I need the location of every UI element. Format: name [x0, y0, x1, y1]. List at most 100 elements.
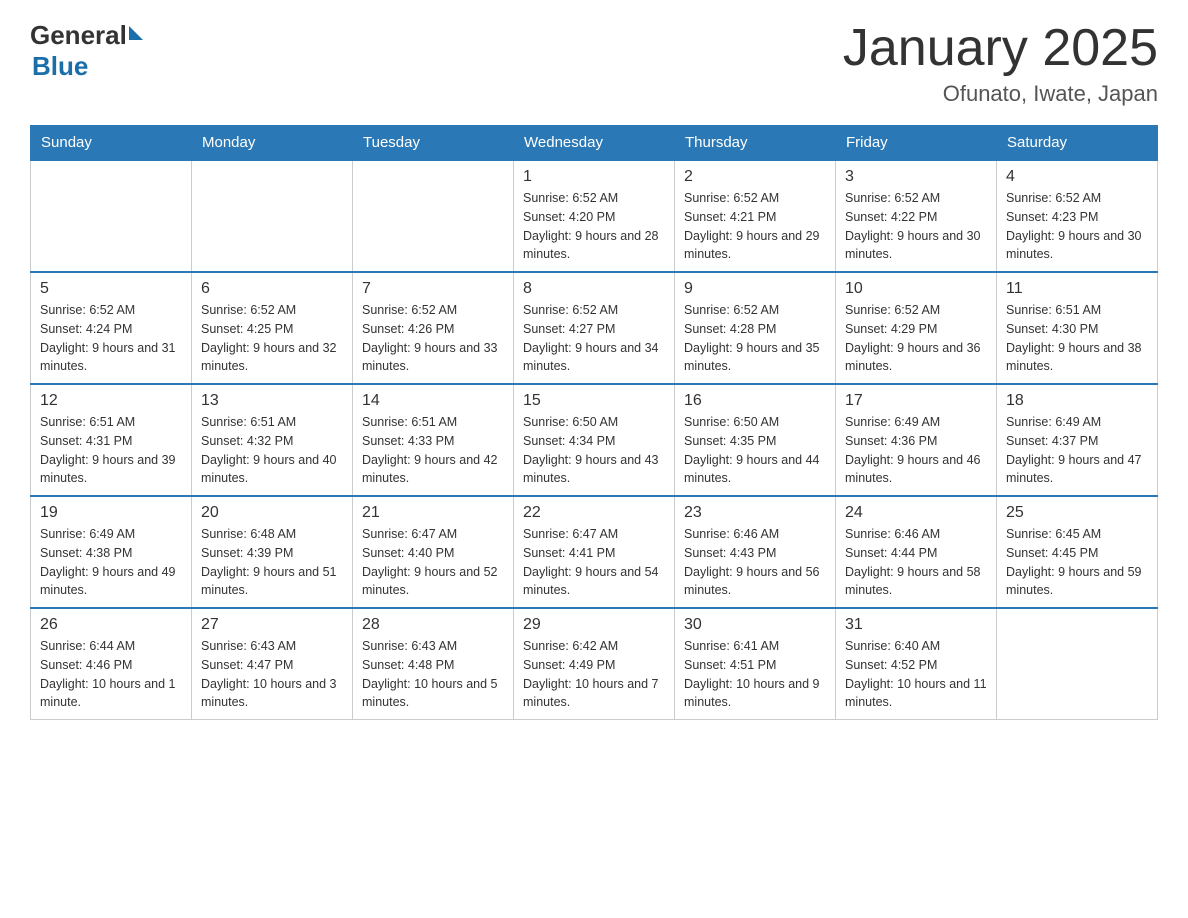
calendar-cell: 18Sunrise: 6:49 AMSunset: 4:37 PMDayligh… — [997, 384, 1158, 496]
day-number: 31 — [845, 616, 987, 634]
calendar-cell: 5 Sunrise: 6:52 AMSunset: 4:24 PMDaylight… — [31, 272, 192, 384]
day-info: Sunrise: 6:47 AMSunset: 4:41 PMDaylight:… — [523, 525, 665, 600]
calendar-cell: 7 Sunrise: 6:52 AMSunset: 4:26 PMDaylight… — [353, 272, 514, 384]
logo: General Blue — [30, 20, 143, 82]
calendar-cell — [31, 160, 192, 272]
calendar-cell: 20 Sunrise: 6:48 AMSunset: 4:39 PMDayligh… — [192, 496, 353, 608]
day-number: 20 — [201, 504, 343, 522]
calendar-cell: 13 Sunrise: 6:51 AMSunset: 4:32 PMDayligh… — [192, 384, 353, 496]
weekday-header-tuesday: Tuesday — [353, 126, 514, 161]
calendar-week-3: 12Sunrise: 6:51 AMSunset: 4:31 PMDayligh… — [31, 384, 1158, 496]
day-number: 24 — [845, 504, 987, 522]
weekday-header-sunday: Sunday — [31, 126, 192, 161]
calendar-week-5: 26 Sunrise: 6:44 AMSunset: 4:46 PMDayligh… — [31, 608, 1158, 720]
weekday-header-monday: Monday — [192, 126, 353, 161]
calendar-cell: 26 Sunrise: 6:44 AMSunset: 4:46 PMDayligh… — [31, 608, 192, 720]
day-number: 23 — [684, 504, 826, 522]
day-number: 7 — [362, 280, 504, 298]
day-number: 10 — [845, 280, 987, 298]
calendar-cell: 3 Sunrise: 6:52 AMSunset: 4:22 PMDaylight… — [836, 160, 997, 272]
calendar-cell: 29Sunrise: 6:42 AMSunset: 4:49 PMDayligh… — [514, 608, 675, 720]
day-number: 1 — [523, 168, 665, 186]
calendar-cell: 27 Sunrise: 6:43 AMSunset: 4:47 PMDayligh… — [192, 608, 353, 720]
day-info: Sunrise: 6:52 AMSunset: 4:28 PMDaylight:… — [684, 301, 826, 376]
page-header: General Blue January 2025 Ofunato, Iwate… — [30, 20, 1158, 107]
calendar-subtitle: Ofunato, Iwate, Japan — [843, 81, 1158, 107]
calendar-cell: 21 Sunrise: 6:47 AMSunset: 4:40 PMDayligh… — [353, 496, 514, 608]
day-number: 8 — [523, 280, 665, 298]
calendar-title: January 2025 — [843, 20, 1158, 77]
day-number: 11 — [1006, 280, 1148, 298]
day-number: 14 — [362, 392, 504, 410]
logo-triangle-icon — [129, 26, 143, 40]
logo-general-text: General — [30, 20, 127, 51]
day-info: Sunrise: 6:52 AMSunset: 4:25 PMDaylight:… — [201, 301, 343, 376]
day-info: Sunrise: 6:52 AMSunset: 4:29 PMDaylight:… — [845, 301, 987, 376]
day-info: Sunrise: 6:52 AMSunset: 4:24 PMDaylight:… — [40, 301, 182, 376]
day-info: Sunrise: 6:43 AMSunset: 4:47 PMDaylight:… — [201, 637, 343, 712]
day-info: Sunrise: 6:51 AMSunset: 4:30 PMDaylight:… — [1006, 301, 1148, 376]
day-info: Sunrise: 6:46 AMSunset: 4:43 PMDaylight:… — [684, 525, 826, 600]
calendar-cell — [997, 608, 1158, 720]
calendar-cell: 28Sunrise: 6:43 AMSunset: 4:48 PMDayligh… — [353, 608, 514, 720]
day-info: Sunrise: 6:50 AMSunset: 4:35 PMDaylight:… — [684, 413, 826, 488]
day-info: Sunrise: 6:52 AMSunset: 4:21 PMDaylight:… — [684, 189, 826, 264]
day-info: Sunrise: 6:40 AMSunset: 4:52 PMDaylight:… — [845, 637, 987, 712]
day-number: 2 — [684, 168, 826, 186]
day-number: 27 — [201, 616, 343, 634]
day-number: 30 — [684, 616, 826, 634]
day-number: 13 — [201, 392, 343, 410]
day-info: Sunrise: 6:51 AMSunset: 4:32 PMDaylight:… — [201, 413, 343, 488]
day-info: Sunrise: 6:49 AMSunset: 4:38 PMDaylight:… — [40, 525, 182, 600]
day-info: Sunrise: 6:51 AMSunset: 4:33 PMDaylight:… — [362, 413, 504, 488]
day-info: Sunrise: 6:42 AMSunset: 4:49 PMDaylight:… — [523, 637, 665, 712]
calendar-cell: 30 Sunrise: 6:41 AMSunset: 4:51 PMDayligh… — [675, 608, 836, 720]
calendar-cell: 23 Sunrise: 6:46 AMSunset: 4:43 PMDayligh… — [675, 496, 836, 608]
day-number: 28 — [362, 616, 504, 634]
calendar-cell — [353, 160, 514, 272]
day-number: 5 — [40, 280, 182, 298]
calendar-title-block: January 2025 Ofunato, Iwate, Japan — [843, 20, 1158, 107]
calendar-cell: 11 Sunrise: 6:51 AMSunset: 4:30 PMDayligh… — [997, 272, 1158, 384]
calendar-body: 1 Sunrise: 6:52 AMSunset: 4:20 PMDaylight… — [31, 160, 1158, 720]
day-number: 18 — [1006, 392, 1148, 410]
day-info: Sunrise: 6:44 AMSunset: 4:46 PMDaylight:… — [40, 637, 182, 712]
calendar-header: SundayMondayTuesdayWednesdayThursdayFrid… — [31, 126, 1158, 161]
calendar-week-2: 5 Sunrise: 6:52 AMSunset: 4:24 PMDaylight… — [31, 272, 1158, 384]
day-number: 26 — [40, 616, 182, 634]
calendar-cell: 2 Sunrise: 6:52 AMSunset: 4:21 PMDaylight… — [675, 160, 836, 272]
day-number: 3 — [845, 168, 987, 186]
weekday-header-wednesday: Wednesday — [514, 126, 675, 161]
day-info: Sunrise: 6:50 AMSunset: 4:34 PMDaylight:… — [523, 413, 665, 488]
day-info: Sunrise: 6:45 AMSunset: 4:45 PMDaylight:… — [1006, 525, 1148, 600]
day-number: 25 — [1006, 504, 1148, 522]
day-number: 19 — [40, 504, 182, 522]
calendar-cell: 16Sunrise: 6:50 AMSunset: 4:35 PMDayligh… — [675, 384, 836, 496]
day-info: Sunrise: 6:51 AMSunset: 4:31 PMDaylight:… — [40, 413, 182, 488]
logo-blue-text: Blue — [32, 51, 143, 82]
calendar-cell: 31 Sunrise: 6:40 AMSunset: 4:52 PMDayligh… — [836, 608, 997, 720]
day-number: 9 — [684, 280, 826, 298]
day-info: Sunrise: 6:52 AMSunset: 4:26 PMDaylight:… — [362, 301, 504, 376]
weekday-header-saturday: Saturday — [997, 126, 1158, 161]
day-info: Sunrise: 6:52 AMSunset: 4:20 PMDaylight:… — [523, 189, 665, 264]
day-info: Sunrise: 6:49 AMSunset: 4:36 PMDaylight:… — [845, 413, 987, 488]
calendar-cell: 22 Sunrise: 6:47 AMSunset: 4:41 PMDayligh… — [514, 496, 675, 608]
day-info: Sunrise: 6:47 AMSunset: 4:40 PMDaylight:… — [362, 525, 504, 600]
day-info: Sunrise: 6:52 AMSunset: 4:27 PMDaylight:… — [523, 301, 665, 376]
day-info: Sunrise: 6:41 AMSunset: 4:51 PMDaylight:… — [684, 637, 826, 712]
calendar-cell: 10 Sunrise: 6:52 AMSunset: 4:29 PMDayligh… — [836, 272, 997, 384]
calendar-cell: 12Sunrise: 6:51 AMSunset: 4:31 PMDayligh… — [31, 384, 192, 496]
day-info: Sunrise: 6:52 AMSunset: 4:22 PMDaylight:… — [845, 189, 987, 264]
day-number: 22 — [523, 504, 665, 522]
calendar-cell: 24Sunrise: 6:46 AMSunset: 4:44 PMDayligh… — [836, 496, 997, 608]
calendar-cell: 15Sunrise: 6:50 AMSunset: 4:34 PMDayligh… — [514, 384, 675, 496]
calendar-cell: 17Sunrise: 6:49 AMSunset: 4:36 PMDayligh… — [836, 384, 997, 496]
day-info: Sunrise: 6:48 AMSunset: 4:39 PMDaylight:… — [201, 525, 343, 600]
calendar-table: SundayMondayTuesdayWednesdayThursdayFrid… — [30, 125, 1158, 720]
weekday-header-friday: Friday — [836, 126, 997, 161]
day-number: 21 — [362, 504, 504, 522]
day-number: 4 — [1006, 168, 1148, 186]
day-info: Sunrise: 6:52 AMSunset: 4:23 PMDaylight:… — [1006, 189, 1148, 264]
calendar-cell — [192, 160, 353, 272]
